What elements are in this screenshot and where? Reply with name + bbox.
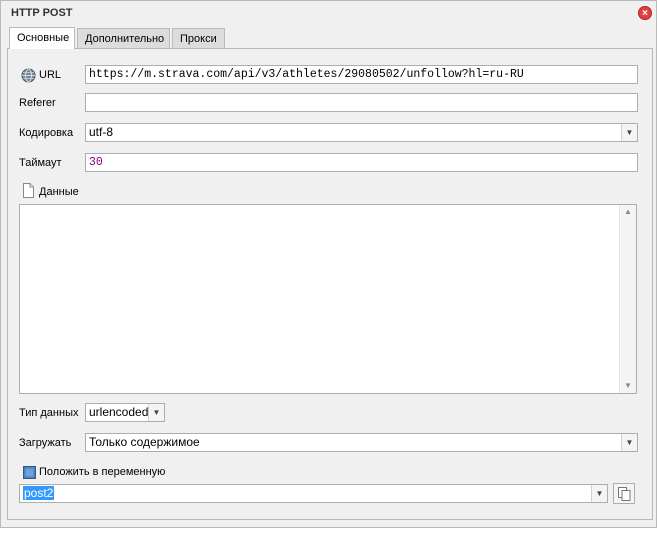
data-scrollbar[interactable]: ▲ ▼ xyxy=(619,205,636,393)
tab-advanced[interactable]: Дополнительно xyxy=(77,28,170,48)
chevron-down-icon[interactable]: ▼ xyxy=(621,434,637,451)
load-label: Загружать xyxy=(19,437,72,449)
tab-basic[interactable]: Основные xyxy=(9,27,75,49)
http-post-dialog: HTTP POST × Основные Дополнительно Прокс… xyxy=(0,0,657,528)
url-label: URL xyxy=(39,69,62,81)
scroll-up-icon[interactable]: ▲ xyxy=(620,205,636,219)
data-type-value: urlencoded xyxy=(89,405,149,419)
encoding-select[interactable]: utf-8 ▼ xyxy=(85,123,638,142)
store-checkbox[interactable] xyxy=(23,466,36,479)
load-value: Только содержимое xyxy=(89,435,200,449)
close-icon: × xyxy=(642,8,648,19)
data-textarea[interactable]: ▲ ▼ xyxy=(19,204,637,394)
load-select[interactable]: Только содержимое ▼ xyxy=(85,433,638,452)
data-type-label: Тип данных xyxy=(19,407,79,419)
chevron-down-icon[interactable]: ▼ xyxy=(591,485,607,502)
chevron-down-icon[interactable]: ▼ xyxy=(621,124,637,141)
encoding-value: utf-8 xyxy=(89,125,114,139)
close-button[interactable]: × xyxy=(638,6,652,20)
store-label: Положить в переменную xyxy=(39,466,166,478)
copy-button[interactable] xyxy=(613,483,635,504)
data-label: Данные xyxy=(39,186,79,198)
document-icon xyxy=(23,183,34,198)
chevron-down-icon[interactable]: ▼ xyxy=(148,404,164,421)
data-type-select[interactable]: urlencoded ▼ xyxy=(85,403,165,422)
copy-icon xyxy=(618,487,631,501)
variable-select[interactable]: post2 ▼ xyxy=(19,484,608,503)
timeout-label: Таймаут xyxy=(19,157,62,169)
referer-label: Referer xyxy=(19,97,56,109)
encoding-label: Кодировка xyxy=(19,127,74,139)
scroll-down-icon[interactable]: ▼ xyxy=(620,379,636,393)
variable-value: post2 xyxy=(23,486,55,500)
dialog-title: HTTP POST xyxy=(11,7,73,19)
tab-proxy[interactable]: Прокси xyxy=(172,28,225,48)
timeout-input[interactable]: 30 xyxy=(85,153,638,172)
title-bar: HTTP POST × xyxy=(1,1,656,25)
globe-icon xyxy=(21,68,36,83)
url-input[interactable]: https://m.strava.com/api/v3/athletes/290… xyxy=(85,65,638,84)
referer-input[interactable] xyxy=(85,93,638,112)
